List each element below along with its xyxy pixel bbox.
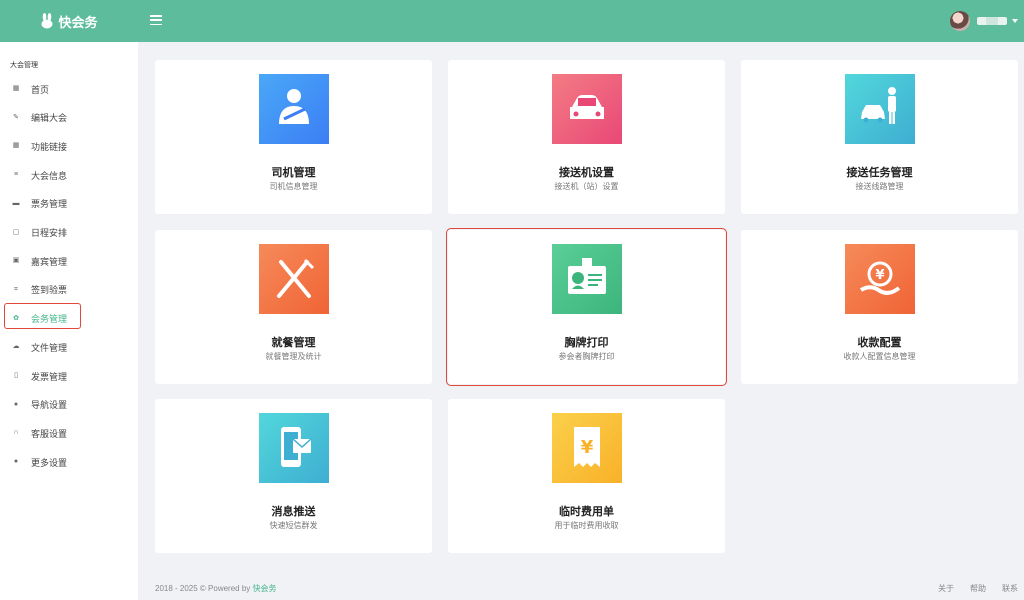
sidebar-item-label: 发票管理 [31, 371, 68, 382]
sidebar-item-label: 日程安排 [31, 228, 68, 238]
yen-hand-icon: ¥ [844, 244, 915, 314]
card-subtitle: 用于临时费用收取 [554, 521, 619, 530]
sidebar-item-label: 客服设置 [31, 428, 68, 439]
cloud-icon: ☁ [12, 343, 20, 351]
sidebar-item-label: 文件管理 [31, 342, 68, 353]
sidebar-item-label: 导航设置 [31, 400, 68, 411]
sidebar-item-12[interactable]: ∩ 客服设置 [0, 421, 138, 445]
edit-icon: ✎ [13, 113, 19, 121]
sidebar-item-13[interactable]: ● 更多设置 [0, 450, 138, 474]
feature-card[interactable]: 就餐管理就餐管理及统计 [155, 230, 432, 384]
card-title: 接送任务管理 [846, 167, 913, 179]
card-title: 临时费用单 [559, 506, 614, 518]
more-icon: ● [13, 458, 19, 466]
footer-brand-link[interactable]: 快会务 [253, 584, 277, 593]
avatar[interactable] [950, 11, 970, 31]
calendar-icon: ▢ [12, 228, 20, 236]
sidebar-item-6[interactable]: ▣ 嘉宾管理 [0, 249, 138, 273]
feature-card[interactable]: ¥ 临时费用单用于临时费用收取 [448, 399, 725, 553]
car-icon [551, 74, 622, 144]
phone-message-icon [258, 413, 329, 483]
sidebar-item-label: 大会信息 [31, 170, 68, 181]
sidebar-item-7[interactable]: ⌗ 签到验票 [0, 278, 138, 302]
sidebar-item-label: 签到验票 [31, 285, 68, 296]
card-title: 司机管理 [271, 167, 316, 179]
card-title: 消息推送 [271, 506, 316, 518]
sidebar-item-0[interactable]: ▦ 首页 [0, 77, 138, 101]
footer-links: 关于 帮助 联系 [938, 583, 1018, 594]
sidebar-item-label: 票务管理 [31, 199, 68, 210]
card-subtitle: 接送线路管理 [855, 182, 904, 191]
sidebar-item-5[interactable]: ▢ 日程安排 [0, 221, 138, 245]
sidebar-item-label: 嘉宾管理 [31, 256, 68, 267]
sidebar-item-label: 功能链接 [31, 141, 68, 152]
list-icon: ≡ [13, 171, 19, 179]
caret-down-icon[interactable] [1012, 19, 1018, 23]
sidebar-item-9[interactable]: ☁ 文件管理 [0, 335, 138, 359]
footer-link-about[interactable]: 关于 [938, 583, 954, 594]
feature-card[interactable]: 消息推送快速短信群发 [155, 399, 432, 553]
fork-knife-icon [258, 244, 329, 314]
receipt-yen-icon: ¥ [551, 413, 622, 483]
card-title: 收款配置 [857, 337, 902, 349]
card-title: 胸牌打印 [564, 337, 609, 349]
feature-card[interactable]: 接送机设置接送机（站）设置 [448, 60, 725, 214]
sidebar-item-label: 更多设置 [31, 457, 68, 468]
sidebar-item-label: 编辑大会 [31, 113, 68, 124]
svg-text:¥: ¥ [875, 268, 884, 283]
card-title: 就餐管理 [271, 337, 316, 349]
rabbit-logo-icon [41, 13, 53, 29]
feature-card[interactable]: 接送任务管理 接送线路管理 [741, 60, 1018, 214]
footer-copyright-text: 2018 - 2025 © Powered by [155, 584, 251, 593]
brand-name: 快会务 [58, 14, 98, 30]
dashboard-icon: ▦ [12, 85, 20, 92]
user-menu[interactable] [950, 11, 1018, 31]
scan-icon: ⌗ [14, 285, 18, 293]
ticket-icon: ▬ [12, 199, 20, 207]
footer-link-help[interactable]: 帮助 [970, 583, 986, 594]
sidebar: 大会管理 ▦ 首页 ✎ 编辑大会 ▦ 功能链接 ≡ 大会信息 ▬ 票务管理 ▢ 日程安排 ▣ 嘉宾管理 ⌗ 签… [0, 42, 138, 600]
card-title: 接送机设置 [559, 167, 614, 179]
brand-logo[interactable]: 快会务 [0, 0, 138, 42]
active-item-highlight [4, 303, 81, 329]
card-subtitle: 就餐管理及统计 [265, 352, 322, 361]
guest-icon: ▣ [12, 257, 20, 265]
sidebar-item-11[interactable]: ● 导航设置 [0, 393, 138, 417]
feature-card[interactable]: 胸牌打印参会者胸牌打印 [446, 228, 727, 386]
car-person-icon [844, 74, 915, 144]
driver-icon [258, 74, 329, 144]
footer-copyright: 2018 - 2025 © Powered by 快会务 [155, 583, 277, 594]
feature-card[interactable]: 司机管理司机信息管理 [155, 60, 432, 214]
location-icon: ● [13, 400, 19, 408]
footer-link-contact[interactable]: 联系 [1002, 583, 1018, 594]
sidebar-item-2[interactable]: ▦ 功能链接 [0, 134, 138, 158]
card-subtitle: 司机信息管理 [269, 182, 318, 191]
card-subtitle: 收款人配置信息管理 [843, 352, 916, 361]
card-subtitle: 接送机（站）设置 [554, 182, 619, 191]
sidebar-item-4[interactable]: ▬ 票务管理 [0, 192, 138, 216]
headset-icon: ∩ [13, 429, 19, 437]
card-subtitle: 快速短信群发 [269, 521, 318, 530]
badge-icon [551, 244, 622, 314]
card-subtitle: 参会者胸牌打印 [558, 352, 615, 361]
grid-icon: ▦ [12, 142, 20, 150]
sidebar-item-3[interactable]: ≡ 大会信息 [0, 163, 138, 187]
feature-card[interactable]: ¥ 收款配置收款人配置信息管理 [741, 230, 1018, 384]
user-name-blurred[interactable] [977, 17, 1007, 25]
menu-toggle-icon[interactable] [150, 15, 162, 26]
top-header: 快会务 [0, 0, 1024, 42]
sidebar-item-label: 首页 [31, 84, 50, 95]
sidebar-item-1[interactable]: ✎ 编辑大会 [0, 106, 138, 130]
svg-text:¥: ¥ [580, 437, 593, 458]
sidebar-item-10[interactable]: ▯ 发票管理 [0, 364, 138, 388]
sidebar-section-title: 大会管理 [10, 62, 38, 69]
document-icon: ▯ [14, 372, 18, 379]
